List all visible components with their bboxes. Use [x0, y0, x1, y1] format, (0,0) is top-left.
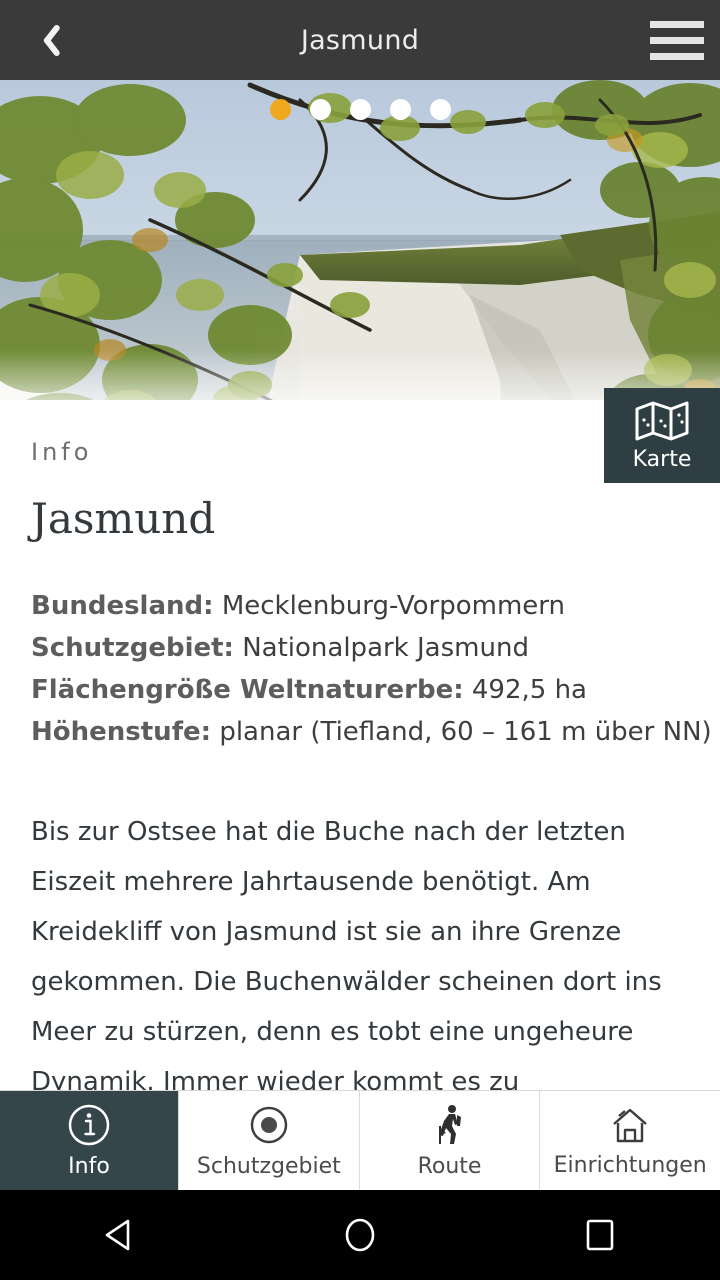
fact-value: 492,5 ha — [471, 675, 587, 705]
content-panel: Info Jasmund Bundesland: Mecklenburg-Vor… — [0, 400, 720, 1090]
fact-value: planar (Tiefland, 60 – 161 m über NN) — [219, 717, 712, 747]
carousel-dot-3[interactable] — [349, 99, 371, 120]
circle-home-icon — [345, 1218, 375, 1252]
hamburger-menu-icon[interactable] — [634, 0, 720, 80]
fact-label: Flächengröße Weltnaturerbe: — [31, 675, 464, 705]
android-nav-bar — [0, 1190, 720, 1280]
fact-value: Nationalpark Jasmund — [242, 633, 529, 663]
circle-dot-icon — [250, 1106, 288, 1144]
body-text: Bis zur Ostsee hat die Buche nach der le… — [31, 817, 662, 1090]
fact-row: Bundesland: Mecklenburg-Vorpommern — [31, 585, 720, 627]
app-screen: Jasmund Info Jasmund Bundesland: Mecklen… — [0, 0, 720, 1280]
fact-label: Höhenstufe: — [31, 717, 212, 747]
carousel-dot-1[interactable] — [269, 99, 291, 120]
fact-row: Höhenstufe: planar (Tiefland, 60 – 161 m… — [31, 711, 720, 753]
android-back-button[interactable] — [60, 1190, 180, 1280]
page-title: Jasmund — [300, 24, 420, 56]
android-home-button[interactable] — [300, 1190, 420, 1280]
carousel-dot-4[interactable] — [389, 99, 411, 120]
android-recents-button[interactable] — [540, 1190, 660, 1280]
tab-schutzgebiet[interactable]: Schutzgebiet — [178, 1091, 359, 1190]
triangle-back-icon — [105, 1219, 130, 1251]
tab-info[interactable]: Info — [0, 1091, 178, 1190]
map-button-label: Karte — [632, 446, 692, 472]
tab-label: Einrichtungen — [553, 1153, 707, 1178]
fact-label: Bundesland: — [31, 591, 214, 621]
content-title: Jasmund — [31, 494, 216, 543]
folded-map-icon — [635, 401, 689, 440]
info-circle-icon — [68, 1104, 110, 1146]
tab-label: Schutzgebiet — [196, 1154, 341, 1179]
fact-value: Mecklenburg-Vorpommern — [221, 591, 566, 621]
back-button[interactable] — [0, 0, 86, 80]
fact-label: Schutzgebiet: — [31, 633, 234, 663]
fact-row: Schutzgebiet: Nationalpark Jasmund — [31, 627, 720, 669]
chevron-left-icon — [32, 21, 54, 59]
tab-route[interactable]: Route — [358, 1091, 540, 1190]
tab-label: Route — [417, 1154, 482, 1179]
hiker-icon — [438, 1105, 461, 1144]
carousel-dot-2[interactable] — [309, 99, 331, 120]
fact-list: Bundesland: Mecklenburg-Vorpommern Schut… — [31, 585, 720, 753]
bottom-tab-bar: Info Schutzgebiet Route Einrichtungen — [0, 1090, 720, 1190]
fact-row: Flächengröße Weltnaturerbe: 492,5 ha — [31, 669, 720, 711]
house-outline-icon — [613, 1108, 647, 1143]
carousel-dots[interactable] — [0, 99, 720, 120]
map-button[interactable]: Karte — [604, 388, 720, 483]
square-recents-icon — [586, 1219, 614, 1251]
app-header: Jasmund — [0, 0, 720, 80]
tab-einrichtungen[interactable]: Einrichtungen — [539, 1091, 720, 1190]
carousel-dot-5[interactable] — [429, 99, 451, 120]
tab-label: Info — [68, 1154, 110, 1179]
